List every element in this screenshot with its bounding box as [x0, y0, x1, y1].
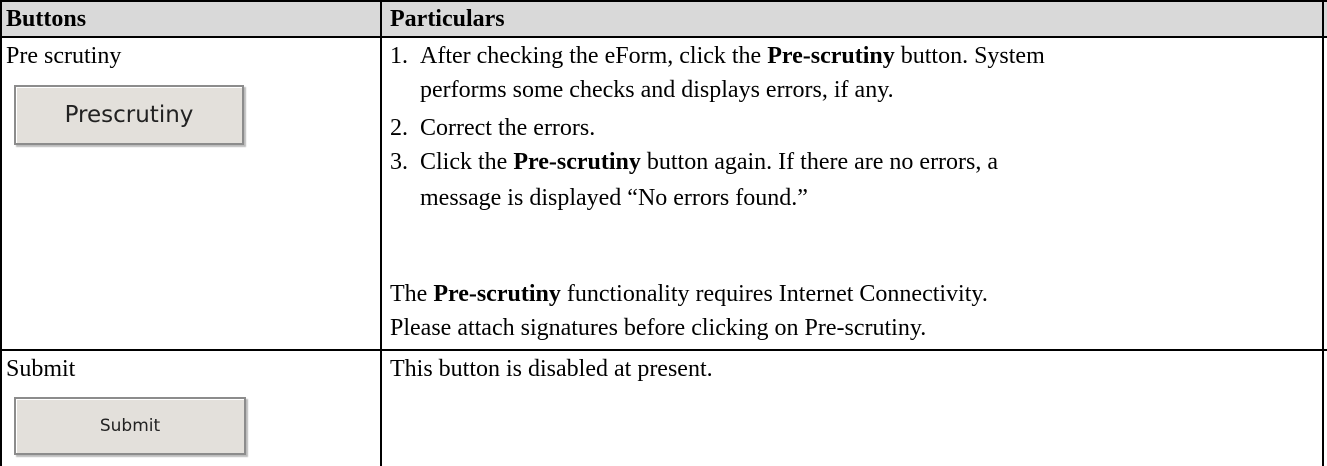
column-divider	[380, 0, 382, 466]
row-submit-button-name: Submit	[6, 356, 76, 382]
submit-particulars: This button is disabled at present.	[390, 356, 713, 382]
note-internet-connectivity: The Pre-scrutiny functionality requires …	[390, 281, 988, 307]
row-prescrutiny-button-name: Pre scrutiny	[6, 43, 122, 69]
submit-button[interactable]: Submit	[14, 397, 246, 455]
document-page: { "table": { "headers": { "buttons": "Bu…	[0, 0, 1327, 466]
header-bottom-border	[0, 36, 1327, 38]
step-3-line-2: message is displayed “No errors found.”	[420, 185, 808, 211]
step-1-line-2: performs some checks and displays errors…	[420, 77, 894, 103]
table-right-border	[1322, 0, 1324, 466]
step-1-line-1: After checking the eForm, click the Pre-…	[420, 43, 1045, 69]
step-1-number: 1.	[390, 43, 408, 69]
step-2-line-1: Correct the errors.	[420, 115, 596, 141]
table-top-border	[0, 0, 1327, 2]
row-divider	[0, 349, 1327, 351]
table-header-background	[0, 0, 1327, 37]
table-left-border	[0, 0, 2, 466]
note-attach-signatures: Please attach signatures before clicking…	[390, 315, 927, 341]
prescrutiny-button[interactable]: Prescrutiny	[14, 85, 244, 145]
header-particulars: Particulars	[390, 6, 505, 32]
step-2-number: 2.	[390, 115, 408, 141]
step-3-number: 3.	[390, 149, 408, 175]
header-buttons: Buttons	[6, 6, 87, 32]
step-3-line-1: Click the Pre-scrutiny button again. If …	[420, 149, 999, 175]
